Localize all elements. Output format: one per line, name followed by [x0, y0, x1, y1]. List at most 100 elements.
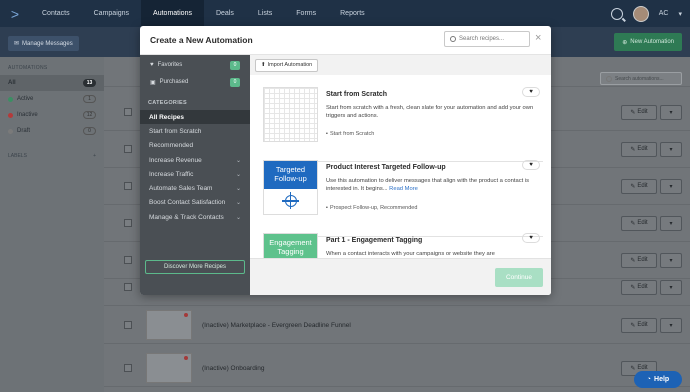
pencil-icon: ✎ — [630, 284, 636, 291]
favorite-heart-icon[interactable]: ♥ — [522, 233, 540, 243]
edit-label: Edit — [637, 109, 648, 115]
recipe-description-text: Use this automation to deliver messages … — [326, 178, 529, 192]
filter-count: 12 — [83, 111, 96, 119]
search-icon[interactable] — [610, 7, 623, 20]
close-icon[interactable]: × — [535, 32, 541, 44]
nav-campaigns[interactable]: Campaigns — [82, 0, 141, 27]
row-checkbox[interactable] — [124, 145, 132, 153]
heart-icon: ♥ — [150, 62, 154, 68]
app-logo-icon[interactable]: > — [0, 0, 30, 27]
nav-automations[interactable]: Automations — [141, 0, 204, 27]
manage-messages-button[interactable]: ✉ Manage Messages — [8, 36, 79, 51]
category-automate-sales-team[interactable]: Automate Sales Team ⌄ — [140, 181, 250, 195]
edit-button[interactable]: ✎ Edit — [621, 317, 657, 333]
import-automation-button[interactable]: ⬆ Import Automation — [255, 58, 319, 72]
recipe-thumbnail: Engagement Tagging — [263, 233, 318, 258]
recipe-title: Part 1 - Engagement Tagging — [326, 237, 423, 244]
recipe-search-input[interactable]: Search recipes... — [444, 31, 530, 47]
read-more-link[interactable]: Read More — [389, 186, 418, 192]
row-menu-caret-icon[interactable]: ▾ — [660, 104, 682, 120]
row-checkbox[interactable] — [124, 182, 132, 190]
recipe-sidebar: ♥ Favorites 0 ▣ Purchased 0 CATEGORIES A… — [140, 55, 250, 295]
create-automation-modal: Create a New Automation Search recipes..… — [140, 26, 551, 295]
recipe-card-start-from-scratch[interactable]: Start from Scratch Start from scratch wi… — [263, 87, 543, 147]
automation-name[interactable]: (Inactive) Onboarding — [202, 365, 265, 372]
search-automations-input[interactable]: Search automations... — [600, 72, 682, 85]
row-checkbox[interactable] — [124, 256, 132, 264]
table-row[interactable]: (Inactive) Onboarding ✎ Edit — [104, 350, 690, 387]
category-start-from-scratch[interactable]: Start from Scratch — [140, 124, 250, 138]
help-icon: ◔ — [646, 376, 652, 383]
user-initials[interactable]: AC — [659, 10, 669, 17]
row-checkbox[interactable] — [124, 283, 132, 291]
new-automation-button[interactable]: ⊕ New Automation — [614, 33, 682, 51]
recipe-card-engagement-tagging[interactable]: Engagement Tagging Part 1 - Engagement T… — [263, 233, 543, 258]
edit-label: Edit — [637, 257, 648, 263]
search-icon — [606, 75, 612, 82]
category-recommended[interactable]: Recommended — [140, 139, 250, 153]
row-checkbox[interactable] — [124, 108, 132, 116]
recipe-title: Product Interest Targeted Follow-up — [326, 164, 446, 171]
row-menu-caret-icon[interactable]: ▾ — [660, 178, 682, 194]
avatar[interactable] — [632, 5, 649, 22]
discover-more-recipes-button[interactable]: Discover More Recipes — [145, 260, 245, 274]
table-row[interactable]: (Inactive) Marketplace - Evergreen Deadl… — [104, 307, 690, 344]
nav-contacts[interactable]: Contacts — [30, 0, 82, 27]
tag-icon: ▪ — [326, 205, 328, 211]
help-button[interactable]: ◔ Help — [634, 371, 682, 388]
row-menu-caret-icon[interactable]: ▾ — [660, 252, 682, 268]
user-menu-caret-icon[interactable]: ▾ — [678, 10, 682, 18]
favorites-count: 0 — [230, 60, 240, 70]
category-increase-revenue[interactable]: Increase Revenue ⌄ — [140, 153, 250, 167]
category-manage-track-contacts[interactable]: Manage & Track Contacts ⌄ — [140, 210, 250, 224]
nav-deals[interactable]: Deals — [204, 0, 246, 27]
row-menu-caret-icon[interactable]: ▾ — [660, 317, 682, 333]
favorite-heart-icon[interactable]: ♥ — [522, 87, 540, 97]
edit-button[interactable]: ✎ Edit — [621, 104, 657, 120]
nav-lists[interactable]: Lists — [246, 0, 284, 27]
category-all-recipes[interactable]: All Recipes — [140, 110, 250, 125]
category-increase-traffic[interactable]: Increase Traffic ⌄ — [140, 167, 250, 181]
purchased-count: 0 — [230, 77, 240, 87]
filter-active[interactable]: Active 1 — [0, 91, 104, 107]
search-icon — [450, 36, 456, 42]
categories-title: CATEGORIES — [148, 100, 187, 106]
pencil-icon: ✎ — [630, 257, 636, 264]
category-label: All Recipes — [149, 113, 185, 121]
edit-button[interactable]: ✎ Edit — [621, 252, 657, 268]
nav-forms[interactable]: Forms — [284, 0, 328, 27]
filter-draft[interactable]: Draft 0 — [0, 123, 104, 139]
recipe-title: Start from Scratch — [326, 91, 388, 98]
sidebar-item-purchased[interactable]: ▣ Purchased 0 — [140, 75, 250, 89]
add-label-icon[interactable]: + — [93, 153, 96, 159]
favorite-heart-icon[interactable]: ♥ — [522, 160, 540, 170]
recipe-description-text: When a contact interacts with your campa… — [326, 251, 495, 257]
edit-label: Edit — [637, 220, 648, 226]
edit-button[interactable]: ✎ Edit — [621, 215, 657, 231]
row-menu-caret-icon[interactable]: ▾ — [660, 141, 682, 157]
filter-label: All — [8, 80, 16, 86]
row-checkbox[interactable] — [124, 364, 132, 372]
row-checkbox[interactable] — [124, 219, 132, 227]
edit-label: Edit — [637, 284, 648, 290]
row-checkbox[interactable] — [124, 321, 132, 329]
edit-button[interactable]: ✎ Edit — [621, 141, 657, 157]
row-menu-caret-icon[interactable]: ▾ — [660, 279, 682, 295]
sidebar-item-favorites[interactable]: ♥ Favorites 0 — [140, 58, 250, 72]
automation-thumbnail — [146, 353, 192, 383]
edit-button[interactable]: ✎ Edit — [621, 279, 657, 295]
row-menu-caret-icon[interactable]: ▾ — [660, 215, 682, 231]
category-boost-contact-satisfaction[interactable]: Boost Contact Satisfaction ⌄ — [140, 196, 250, 210]
upload-icon: ⬆ — [261, 62, 266, 68]
filter-all[interactable]: All 13 — [0, 75, 104, 91]
cart-icon: ▣ — [150, 79, 156, 86]
edit-button[interactable]: ✎ Edit — [621, 178, 657, 194]
automation-name[interactable]: (Inactive) Marketplace - Evergreen Deadl… — [202, 322, 351, 329]
recipe-card-targeted-follow-up[interactable]: Targeted Follow-up Product Interest Targ… — [263, 160, 543, 220]
continue-button[interactable]: Continue — [495, 268, 543, 287]
new-automation-label: New Automation — [630, 39, 674, 45]
filter-inactive[interactable]: Inactive 12 — [0, 107, 104, 123]
nav-reports[interactable]: Reports — [328, 0, 377, 27]
top-nav: > Contacts Campaigns Automations Deals L… — [0, 0, 690, 27]
category-label: Automate Sales Team — [149, 185, 213, 193]
